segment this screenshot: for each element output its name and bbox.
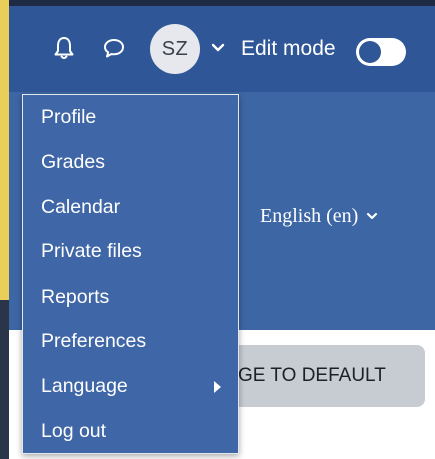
menu-item-calendar[interactable]: Calendar — [41, 196, 120, 219]
menu-item-log-out[interactable]: Log out — [41, 420, 106, 443]
menu-item-private-files[interactable]: Private files — [41, 240, 142, 263]
avatar-initials: SZ — [161, 37, 189, 60]
edit-mode-toggle[interactable] — [356, 38, 406, 66]
user-avatar[interactable]: SZ — [150, 24, 200, 74]
menu-item-preferences[interactable]: Preferences — [41, 330, 146, 353]
user-menu-dropdown: Profile Grades Calendar Private files Re… — [22, 94, 239, 454]
menu-item-profile[interactable]: Profile — [41, 106, 96, 129]
chat-bubble-icon[interactable] — [102, 36, 126, 60]
caret-right-icon — [214, 381, 221, 393]
menu-item-language[interactable]: Language — [41, 375, 128, 398]
chevron-down-icon[interactable] — [211, 43, 225, 53]
edit-mode-label: Edit mode — [241, 37, 336, 60]
language-selector[interactable]: English (en) — [260, 205, 378, 228]
bell-icon[interactable] — [53, 35, 75, 61]
language-selector-label: English (en) — [260, 205, 359, 227]
reset-button-label: GE TO DEFAULT — [238, 365, 386, 386]
left-edge — [0, 300, 9, 459]
toggle-knob — [359, 41, 381, 63]
menu-item-grades[interactable]: Grades — [41, 151, 105, 174]
menu-item-reports[interactable]: Reports — [41, 286, 109, 309]
left-accent-bar — [0, 0, 9, 300]
chevron-down-icon — [367, 212, 378, 220]
